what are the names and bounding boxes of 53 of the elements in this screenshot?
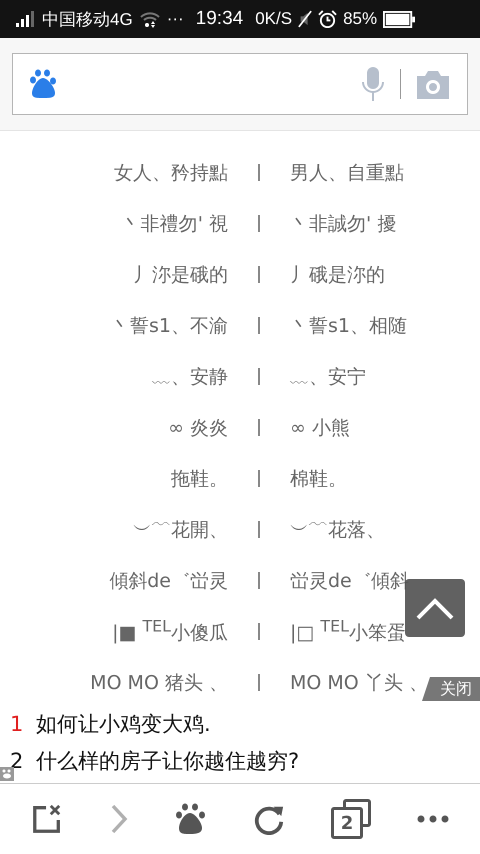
notification-dots: ··· (166, 9, 184, 29)
nickname-text: 傾斜de゛峃灵 (109, 570, 228, 592)
nickname-text: 丶誓s1、不渝 (111, 314, 228, 336)
nickname-text: ∞ 炎炎 (168, 416, 228, 438)
nickname-text: ︶﹋花落、 (290, 518, 385, 540)
search-query-text: 什么样的房子让你越住越穷? (36, 748, 300, 774)
separator-bar (258, 674, 260, 691)
separator-bar (258, 368, 260, 385)
nickname-text: ﹏、安静 (152, 366, 228, 388)
separator-bar (258, 164, 260, 181)
rank-number: 1 (10, 712, 22, 736)
nickname-text: |■ $^{TEL}$小傻瓜 (112, 622, 228, 644)
nickname-text: 丿硪是沵的 (290, 264, 385, 286)
more-icon[interactable] (417, 814, 449, 824)
nickname-text: ︶﹋花開、 (133, 518, 228, 540)
nickname-text: |□ $^{TEL}$小笨蛋 (290, 622, 406, 644)
separator-bar (258, 215, 260, 232)
separator-bar (258, 317, 260, 334)
separator-bar (258, 419, 260, 436)
separator-bar (258, 266, 260, 283)
nickname-text: 棉鞋。 (290, 468, 347, 490)
nickname-text: 拖鞋。 (171, 468, 228, 490)
signal-icon (16, 11, 36, 27)
nickname-text: ∞ 小熊 (290, 416, 350, 438)
separator-bar (258, 470, 260, 487)
network-speed: 0K/S (255, 9, 292, 29)
hot-search-item[interactable]: 1 如何让小鸡变大鸡. (0, 705, 480, 742)
mute-icon (298, 10, 312, 28)
alarm-icon (318, 10, 338, 28)
paw-logo-icon[interactable] (175, 803, 207, 835)
hot-search-item[interactable]: 2 什么样的房子让你越住越穷? (0, 742, 480, 779)
separator-bar (258, 572, 260, 589)
chevron-up-icon (415, 596, 455, 620)
nickname-text: 丶非禮勿' 視 (122, 212, 228, 234)
nickname-text: ﹏、安宁 (290, 366, 366, 388)
nickname-text: 男人、自重點 (290, 162, 404, 184)
separator-bar (258, 521, 260, 538)
wifi-icon (138, 10, 161, 28)
search-query-text: 如何让小鸡变大鸡. (36, 710, 211, 738)
nickname-text: 丶非誠勿' 擾 (290, 212, 396, 234)
nickname-text: 女人、矜持點 (114, 162, 228, 184)
clock-text: 19:34 (196, 8, 244, 30)
close-button[interactable]: 关闭 (422, 677, 480, 701)
battery-icon (383, 10, 416, 28)
nickname-text: 丿沵是硪的 (133, 264, 228, 286)
close-tab-icon[interactable] (31, 803, 63, 835)
battery-percent: 85% (343, 9, 378, 29)
rank-number: 2 (10, 748, 22, 772)
separator-bar (258, 623, 260, 640)
nickname-text: 丶誓s1、相随 (290, 314, 407, 336)
nickname-text: 峃灵de゛傾斜 (290, 570, 409, 592)
nickname-text: MO MO 猪头 、 (90, 672, 228, 694)
carrier-text: 中国移动4G (42, 8, 133, 30)
